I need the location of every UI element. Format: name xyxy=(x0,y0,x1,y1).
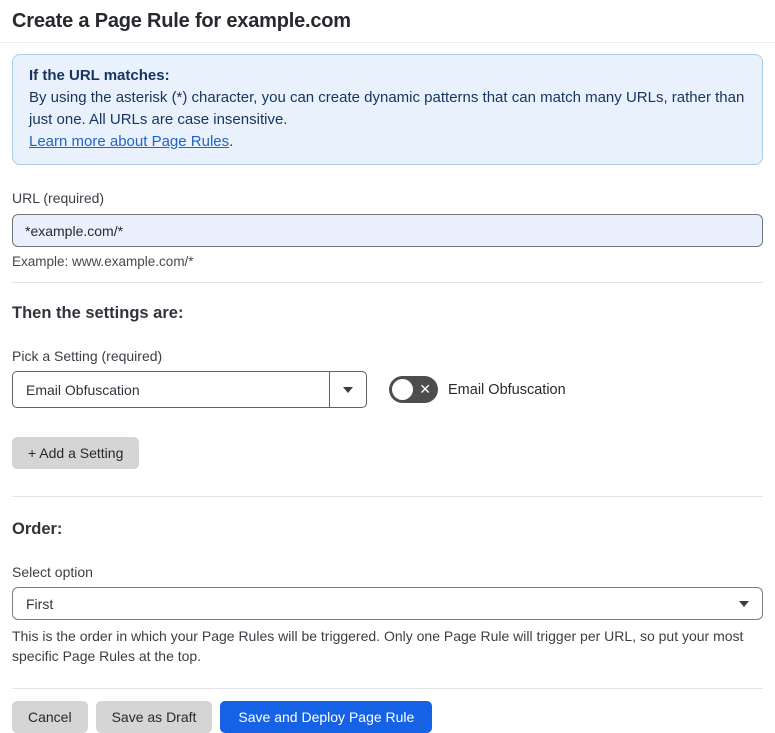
info-box-body: By using the asterisk (*) character, you… xyxy=(29,89,745,128)
save-draft-button[interactable]: Save as Draft xyxy=(95,701,213,733)
url-input[interactable] xyxy=(12,214,763,247)
learn-more-link[interactable]: Learn more about Page Rules xyxy=(29,133,229,150)
toggle-label: Email Obfuscation xyxy=(448,381,566,398)
cancel-button[interactable]: Cancel xyxy=(12,701,88,733)
setting-select-arrow-box[interactable] xyxy=(329,372,366,407)
footer-divider xyxy=(12,688,763,689)
url-field-label: URL (required) xyxy=(12,190,105,206)
order-select[interactable]: First xyxy=(12,587,763,620)
settings-section-heading: Then the settings are: xyxy=(12,304,184,322)
chevron-down-icon xyxy=(343,386,353,393)
add-setting-button[interactable]: + Add a Setting xyxy=(12,437,140,469)
title-divider xyxy=(0,42,775,43)
order-select-label: Select option xyxy=(12,564,93,580)
section-divider xyxy=(12,496,763,497)
url-example-text: Example: www.example.com/* xyxy=(12,254,194,269)
info-box-link-line: Learn more about Page Rules. xyxy=(29,131,746,153)
info-box-heading: If the URL matches: xyxy=(29,67,170,84)
section-divider xyxy=(12,282,763,283)
toggle-off-icon: ✕ xyxy=(419,381,431,397)
page-rule-form: Create a Page Rule for example.com If th… xyxy=(0,10,775,733)
url-match-info-box: If the URL matches: By using the asteris… xyxy=(12,54,763,165)
setting-select-value: Email Obfuscation xyxy=(26,381,140,398)
toggle-knob xyxy=(392,379,413,400)
setting-row: Email Obfuscation ✕ Email Obfuscation xyxy=(12,371,763,408)
pick-setting-label: Pick a Setting (required) xyxy=(12,348,163,364)
link-suffix: . xyxy=(229,133,234,150)
save-deploy-button[interactable]: Save and Deploy Page Rule xyxy=(220,701,433,733)
order-select-value: First xyxy=(26,595,54,612)
chevron-down-icon xyxy=(739,600,749,607)
page-title: Create a Page Rule for example.com xyxy=(12,10,351,32)
setting-select[interactable]: Email Obfuscation xyxy=(12,371,367,408)
footer-actions: Cancel Save as Draft Save and Deploy Pag… xyxy=(12,701,763,733)
order-help-text: This is the order in which your Page Rul… xyxy=(12,628,744,664)
email-obfuscation-toggle[interactable]: ✕ xyxy=(389,376,438,403)
order-section-heading: Order: xyxy=(12,520,63,538)
